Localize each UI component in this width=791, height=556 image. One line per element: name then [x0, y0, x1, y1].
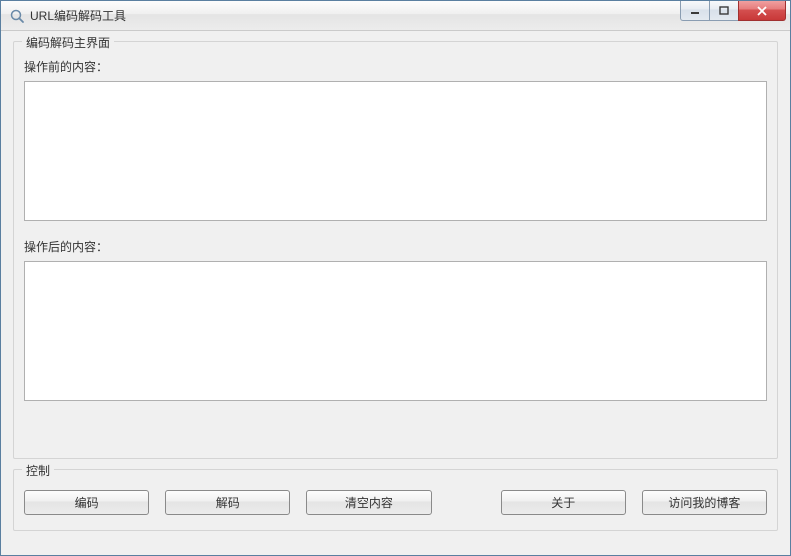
app-icon [9, 8, 25, 24]
main-groupbox: 编码解码主界面 操作前的内容： 操作后的内容： [13, 41, 778, 459]
about-button[interactable]: 关于 [501, 490, 626, 515]
before-section: 操作前的内容： [24, 58, 767, 224]
control-group-title: 控制 [22, 462, 54, 479]
control-groupbox: 控制 编码 解码 清空内容 关于 访问我的博客 [13, 469, 778, 531]
app-window: URL编码解码工具 编码解码主界面 操作前的内容： [0, 0, 791, 556]
visit-blog-button[interactable]: 访问我的博客 [642, 490, 767, 515]
button-row: 编码 解码 清空内容 关于 访问我的博客 [24, 490, 767, 515]
before-label: 操作前的内容： [24, 58, 767, 75]
after-textarea[interactable] [24, 261, 767, 401]
button-spacer [448, 490, 485, 515]
decode-button[interactable]: 解码 [165, 490, 290, 515]
after-label: 操作后的内容： [24, 238, 767, 255]
maximize-button[interactable] [709, 1, 739, 21]
clear-button[interactable]: 清空内容 [306, 490, 431, 515]
minimize-button[interactable] [680, 1, 710, 21]
window-title: URL编码解码工具 [30, 7, 126, 24]
client-area: 编码解码主界面 操作前的内容： 操作后的内容： 控制 编码 解码 清空内容 关于 [1, 31, 790, 555]
close-button[interactable] [738, 1, 786, 21]
encode-button[interactable]: 编码 [24, 490, 149, 515]
after-section: 操作后的内容： [24, 238, 767, 404]
window-controls [680, 1, 790, 21]
titlebar[interactable]: URL编码解码工具 [1, 1, 790, 31]
before-textarea[interactable] [24, 81, 767, 221]
main-group-title: 编码解码主界面 [22, 34, 114, 51]
